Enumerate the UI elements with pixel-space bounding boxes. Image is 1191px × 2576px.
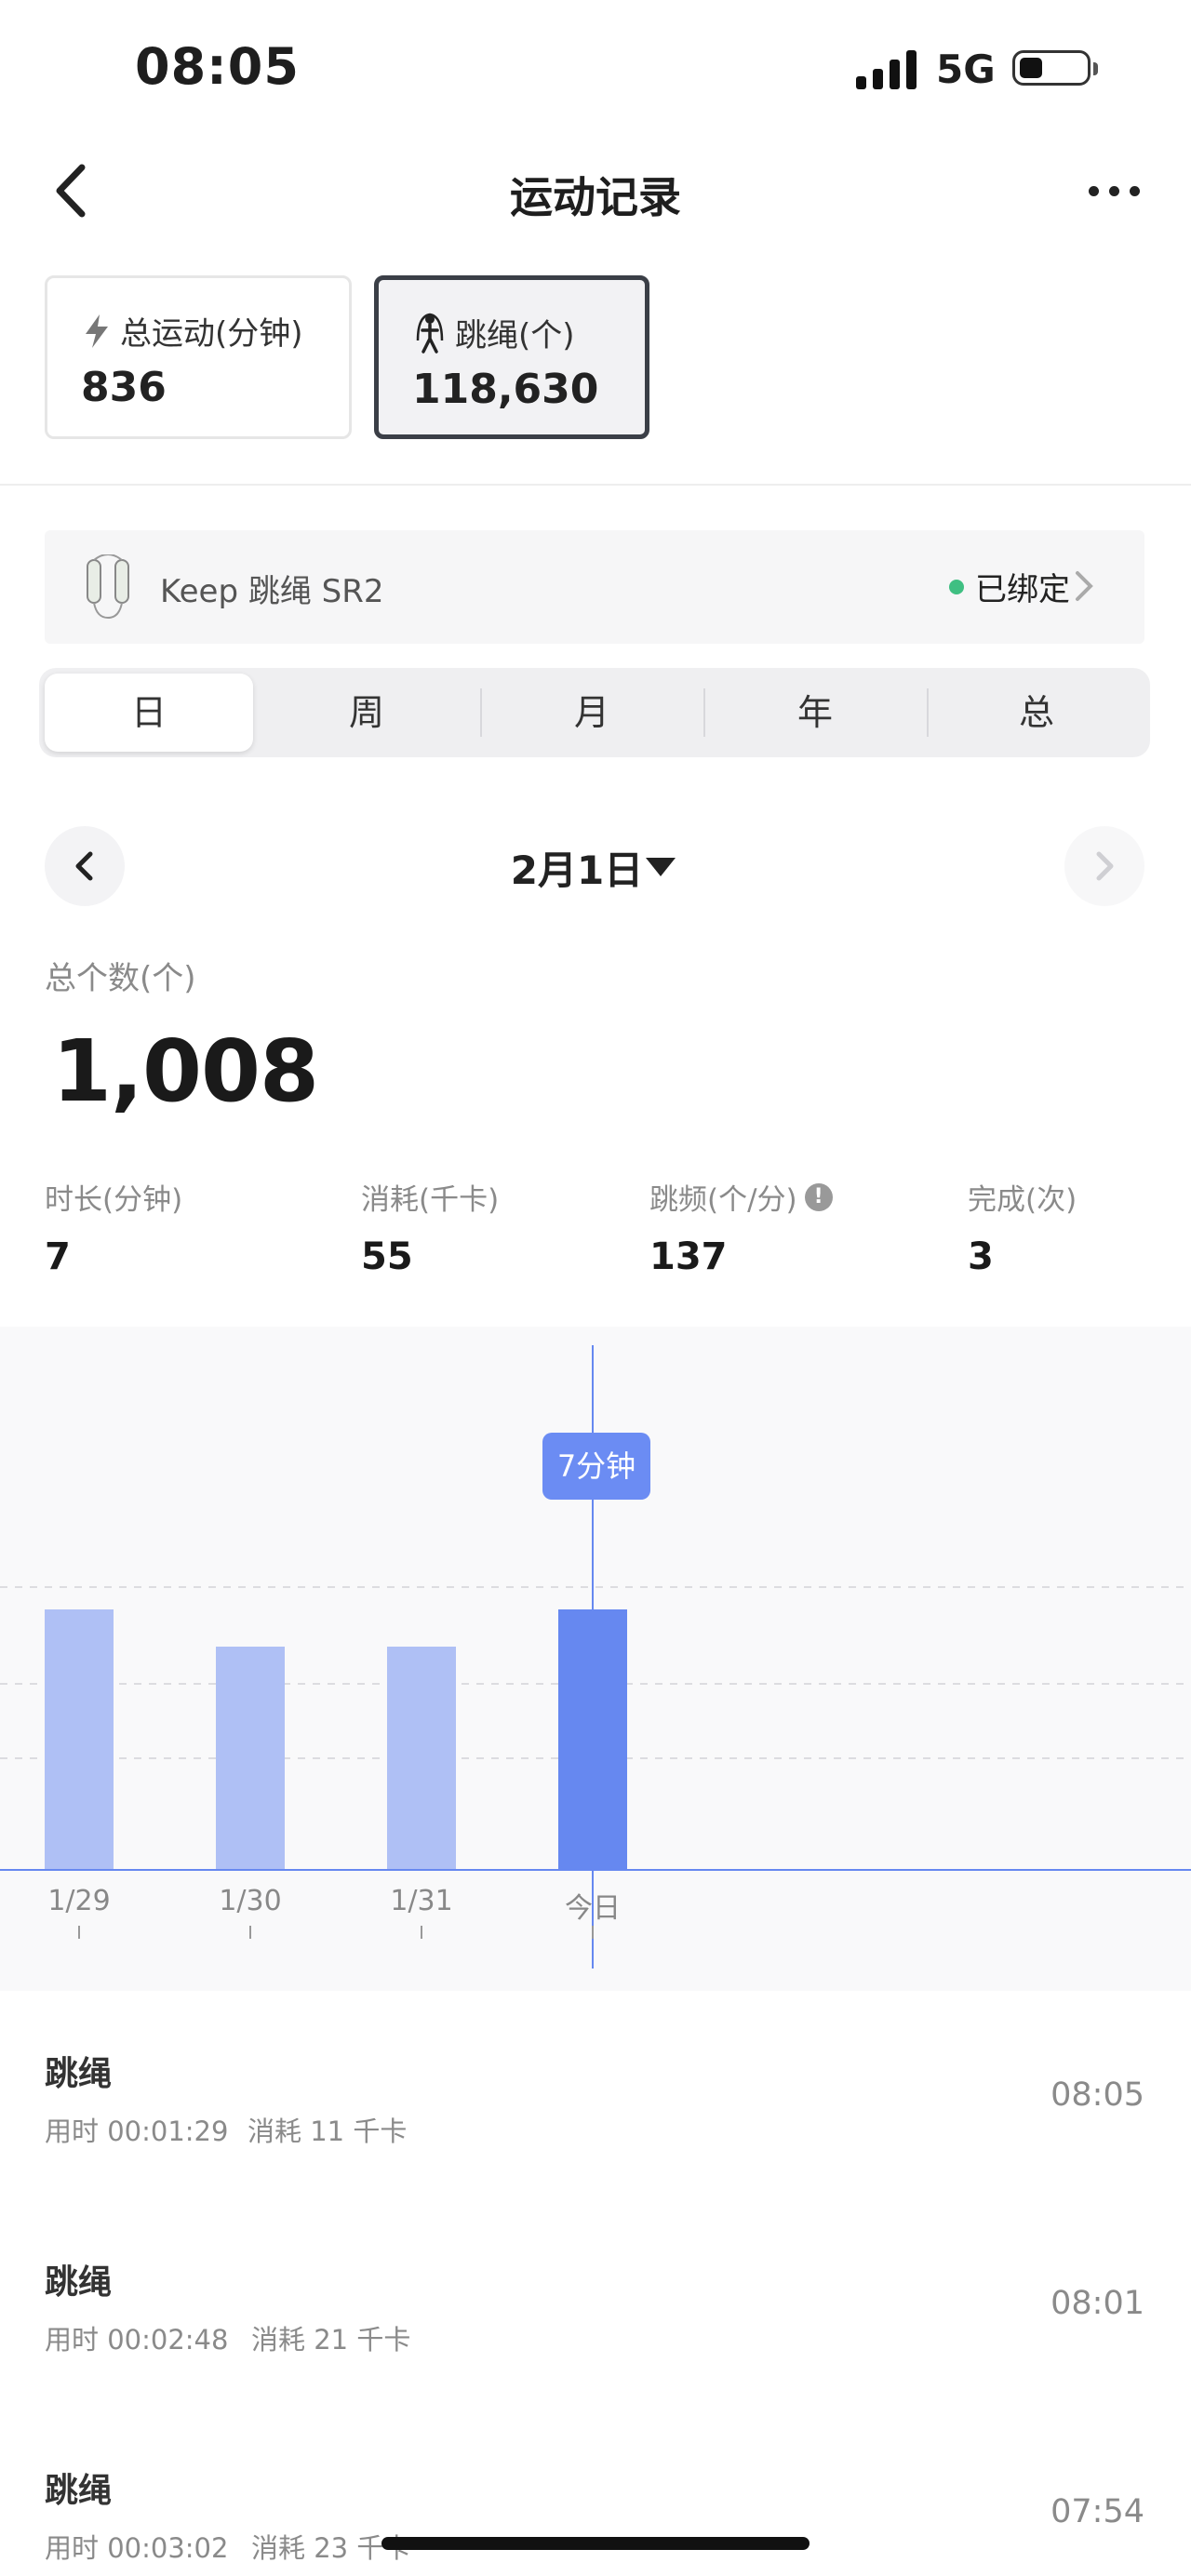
battery-icon <box>1012 50 1098 86</box>
metric-value-frequency: 137 <box>649 1235 728 1278</box>
chart-bar[interactable] <box>45 1609 114 1870</box>
metric-label-duration: 时长(分钟) <box>45 1183 183 1217</box>
record-title: 跳绳 <box>45 2263 113 2302</box>
chart-tooltip: 7分钟 <box>542 1433 650 1500</box>
status-time: 08:05 <box>135 37 300 96</box>
record-title: 跳绳 <box>45 2472 113 2510</box>
stat-card-jump-rope[interactable]: 跳绳(个) 118,630 <box>374 275 649 439</box>
caret-down-icon <box>646 858 676 876</box>
device-status-label: 已绑定 <box>975 571 1070 608</box>
period-segmented-control: 日 周 月 年 总 <box>39 668 1150 757</box>
metric-value-duration: 7 <box>45 1235 71 1278</box>
record-duration: 用时 00:03:02 <box>45 2532 229 2564</box>
lightning-icon <box>86 314 108 348</box>
total-count-value: 1,008 <box>52 1021 319 1121</box>
tab-month[interactable]: 月 <box>482 674 702 752</box>
jump-rope-device-icon <box>87 554 129 620</box>
stat-value: 836 <box>81 364 167 411</box>
record-title: 跳绳 <box>45 2055 113 2093</box>
chart-bar[interactable] <box>387 1647 456 1870</box>
device-row[interactable]: Keep 跳绳 SR2 已绑定 <box>45 530 1144 644</box>
network-label: 5G <box>936 47 996 92</box>
stat-value: 118,630 <box>412 366 599 413</box>
x-tick-label: 今日 <box>565 1892 621 1925</box>
record-time: 08:01 <box>1050 2285 1144 2322</box>
metric-label-frequency-wrap: 跳频(个/分) ! <box>649 1176 833 1218</box>
total-count-label: 总个数(个) <box>45 960 196 997</box>
x-tick-label: 1/29 <box>47 1885 111 1917</box>
metric-value-calories: 55 <box>361 1235 413 1278</box>
metric-label-completed: 完成(次) <box>968 1183 1077 1217</box>
stat-card-total-exercise[interactable]: 总运动(分钟) 836 <box>45 275 352 439</box>
stat-label: 跳绳(个) <box>455 317 575 354</box>
record-time: 08:05 <box>1050 2076 1144 2114</box>
record-duration: 用时 00:01:29 <box>45 2116 229 2147</box>
page-title: 运动记录 <box>510 172 681 222</box>
signal-icon <box>856 48 921 89</box>
status-dot-icon <box>949 579 964 594</box>
more-button[interactable] <box>1089 186 1144 199</box>
next-date-button[interactable] <box>1064 826 1144 906</box>
date-picker[interactable]: 2月1日 <box>0 839 1191 896</box>
chevron-right-icon <box>1076 571 1093 601</box>
record-duration: 用时 00:02:48 <box>45 2324 229 2356</box>
metric-label-calories: 消耗(千卡) <box>361 1183 500 1217</box>
chart-bar[interactable] <box>216 1647 285 1870</box>
home-indicator <box>381 2537 810 2550</box>
chevron-right-icon <box>1096 851 1114 881</box>
tab-day[interactable]: 日 <box>45 674 253 752</box>
x-tick-label: 1/30 <box>219 1885 282 1917</box>
divider <box>0 484 1191 486</box>
metric-value-completed: 3 <box>968 1235 994 1278</box>
tab-total[interactable]: 总 <box>929 674 1144 752</box>
tab-year[interactable]: 年 <box>705 674 925 752</box>
info-icon[interactable]: ! <box>804 1182 833 1211</box>
metric-label-frequency: 跳频(个/分) <box>649 1183 797 1217</box>
tab-week[interactable]: 周 <box>261 674 473 752</box>
device-status: 已绑定 <box>949 564 1070 609</box>
stat-label: 总运动(分钟) <box>120 315 303 353</box>
jump-rope-icon <box>416 313 444 354</box>
device-name: Keep 跳绳 SR2 <box>160 573 384 610</box>
x-tick-label: 1/31 <box>390 1885 453 1917</box>
record-calories: 消耗 11 千卡 <box>248 2116 408 2147</box>
record-calories: 消耗 21 千卡 <box>251 2324 411 2356</box>
date-label: 2月1日 <box>510 848 644 893</box>
record-time: 07:54 <box>1050 2493 1144 2530</box>
more-icon <box>1089 186 1099 196</box>
